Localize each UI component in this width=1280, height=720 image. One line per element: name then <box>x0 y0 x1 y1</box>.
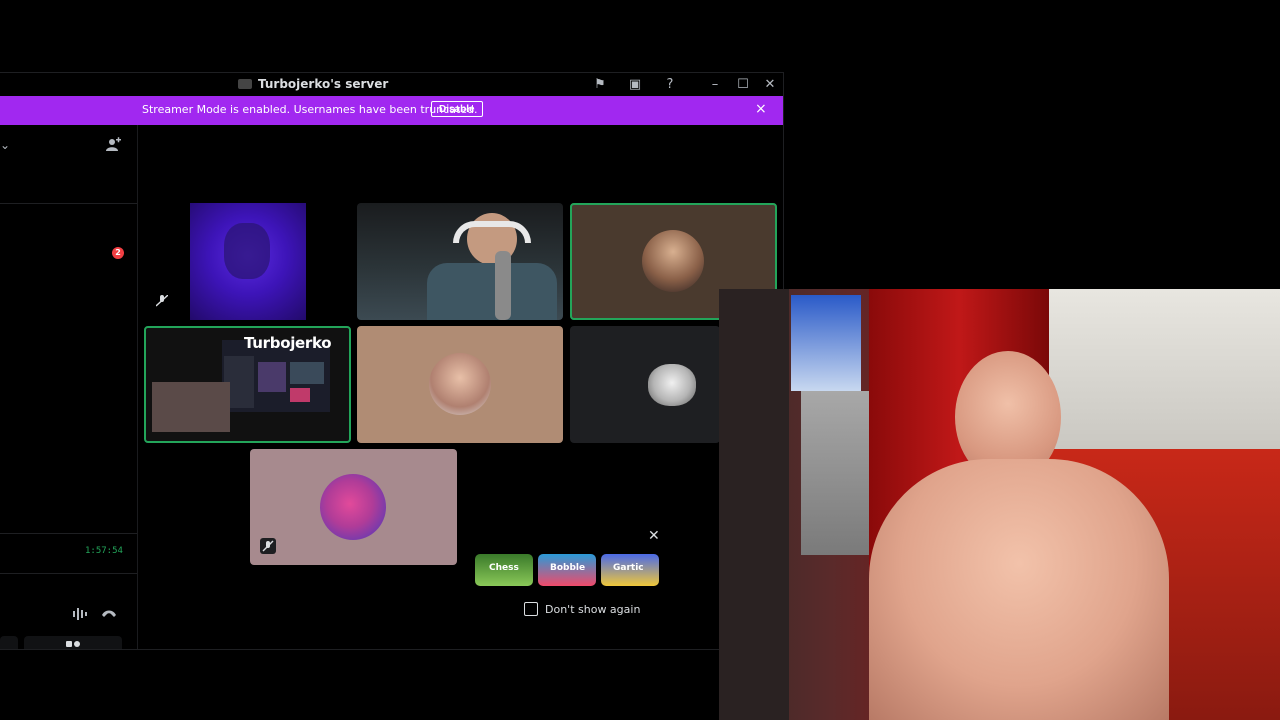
beer-box <box>791 295 861 391</box>
flag-icon[interactable]: ⚑ <box>590 75 610 95</box>
chevron-down-icon[interactable]: ⌄ <box>0 138 10 152</box>
studio-microphone <box>495 251 511 320</box>
inbox-icon[interactable]: ▣ <box>625 75 645 95</box>
webcam-overlay <box>719 289 1280 720</box>
game-title: Bobble <box>550 563 586 573</box>
muted-mic-icon <box>156 295 168 307</box>
disconnect-icon[interactable] <box>101 608 117 618</box>
game-thumbnail-chess[interactable]: Chess <box>475 554 533 586</box>
camera-button[interactable] <box>0 636 18 649</box>
maximize-button[interactable]: ☐ <box>733 75 753 95</box>
raccoon-avatar <box>648 364 696 406</box>
dont-show-again-label: Don't show again <box>545 602 641 616</box>
rocket-grid-icon <box>66 641 80 647</box>
stream-panel <box>290 362 324 384</box>
close-button[interactable]: ✕ <box>760 75 780 95</box>
white-wall <box>1049 289 1280 459</box>
server-icon <box>238 79 252 89</box>
participant-body <box>427 263 557 320</box>
server-title: Turbojerko's server <box>238 77 388 91</box>
dont-show-again-option[interactable]: Don't show again <box>524 602 640 616</box>
video-tile[interactable] <box>144 203 350 320</box>
divider <box>0 533 137 534</box>
game-title: Chess <box>489 563 519 573</box>
server-title-text: Turbojerko's server <box>258 77 389 91</box>
sound-wave-icon[interactable] <box>73 607 89 621</box>
banner-text: Streamer Mode is enabled. Usernames have… <box>142 103 478 116</box>
divider <box>0 203 137 204</box>
minimize-button[interactable]: – <box>705 75 725 95</box>
stream-panel <box>290 388 310 402</box>
room-wall <box>719 289 789 720</box>
participant-silhouette <box>224 223 270 279</box>
stream-title: Turbojerko <box>244 334 332 352</box>
help-icon[interactable]: ? <box>660 75 680 95</box>
call-timer: 1:57:54 <box>85 546 123 556</box>
banner-close-icon[interactable]: × <box>755 101 767 117</box>
stream-tile[interactable]: Turbojerko <box>144 326 351 443</box>
avatar <box>320 474 386 540</box>
game-title: Gartic <box>613 563 644 573</box>
activities-button[interactable] <box>24 636 122 649</box>
discord-window: Turbojerko's server ⚑ ▣ ? – ☐ ✕ Streamer… <box>0 72 784 650</box>
dont-show-again-checkbox[interactable] <box>524 602 538 616</box>
game-thumbnail-bobble[interactable]: Bobble <box>538 554 596 586</box>
headphones-shape <box>453 221 531 243</box>
video-tile[interactable] <box>357 203 563 320</box>
title-bar: Turbojerko's server ⚑ ▣ ? – ☐ ✕ <box>0 72 783 97</box>
activities-popup: ✕ Chess Bobble Gartic Don't show again <box>464 522 670 637</box>
invite-user-icon[interactable] <box>105 137 121 153</box>
notification-badge: 2 <box>112 247 124 259</box>
video-tile[interactable] <box>250 449 457 565</box>
disable-button[interactable]: Disable <box>431 101 483 117</box>
streamer-mode-banner: Streamer Mode is enabled. Usernames have… <box>0 96 783 125</box>
video-tile[interactable] <box>357 326 563 443</box>
avatar <box>429 353 491 415</box>
channel-sidebar: ⌄ 2 1:57:54 ⌄ <box>0 125 138 649</box>
game-thumbnail-gartic[interactable]: Gartic <box>601 554 659 586</box>
divider <box>0 573 137 574</box>
stream-webcam <box>152 382 230 432</box>
muted-mic-icon <box>260 538 276 554</box>
stream-panel <box>258 362 286 392</box>
person-torso <box>869 459 1169 720</box>
popup-close-icon[interactable]: ✕ <box>648 528 660 544</box>
video-tile[interactable] <box>570 326 720 443</box>
avatar <box>642 230 704 292</box>
